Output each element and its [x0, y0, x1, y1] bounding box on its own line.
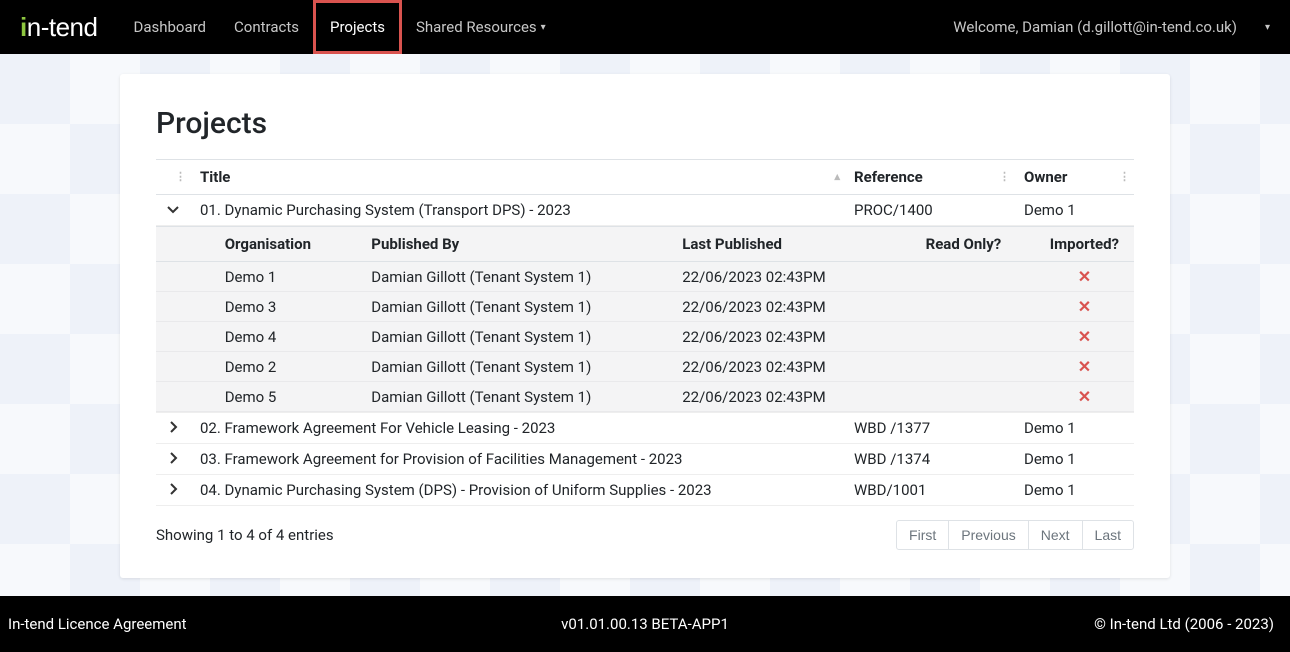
dcell-org: Demo 5: [215, 382, 362, 412]
cell-title: 04. Dynamic Purchasing System (DPS) - Pr…: [190, 475, 844, 506]
x-icon: ✕: [1078, 357, 1091, 376]
x-icon: ✕: [1078, 267, 1091, 286]
dcell-last: 22/06/2023 02:43PM: [672, 352, 892, 382]
dcell-ro: [892, 382, 1035, 412]
detail-table-row[interactable]: Demo 5Damian Gillott (Tenant System 1)22…: [156, 382, 1134, 412]
dcell-last: 22/06/2023 02:43PM: [672, 322, 892, 352]
col-reference[interactable]: Reference⋮: [844, 160, 1014, 195]
pager-previous[interactable]: Previous: [948, 520, 1028, 550]
dcell-org: Demo 3: [215, 292, 362, 322]
dcell-org: Demo 1: [215, 262, 362, 292]
detail-table-row[interactable]: Demo 3Damian Gillott (Tenant System 1)22…: [156, 292, 1134, 322]
dcol-imp: Imported?: [1035, 227, 1134, 262]
detail-row: OrganisationPublished ByLast PublishedRe…: [156, 226, 1134, 413]
dcell-imp: ✕: [1035, 262, 1134, 292]
dcell-last: 22/06/2023 02:43PM: [672, 382, 892, 412]
detail-table-row[interactable]: Demo 2Damian Gillott (Tenant System 1)22…: [156, 352, 1134, 382]
pager-last[interactable]: Last: [1082, 520, 1134, 550]
nav-right: Welcome, Damian (d.gillott@in-tend.co.uk…: [953, 17, 1270, 37]
dcol-org: Organisation: [215, 227, 362, 262]
table-footer: Showing 1 to 4 of 4 entries FirstPreviou…: [156, 520, 1134, 550]
dcell-pub: Damian Gillott (Tenant System 1): [361, 352, 672, 382]
copyright-text: © In-tend Ltd (2006 - 2023): [1094, 615, 1274, 633]
page-footer: In-tend Licence Agreement v01.01.00.13 B…: [0, 596, 1290, 652]
dcell-last: 22/06/2023 02:43PM: [672, 292, 892, 322]
pager-next[interactable]: Next: [1028, 520, 1083, 550]
dcell-imp: ✕: [1035, 352, 1134, 382]
entries-text: Showing 1 to 4 of 4 entries: [156, 526, 334, 544]
dcell-pub: Damian Gillott (Tenant System 1): [361, 382, 672, 412]
dcell-imp: ✕: [1035, 382, 1134, 412]
dcell-ro: [892, 262, 1035, 292]
dcol-pub: Published By: [361, 227, 672, 262]
col-expand: ⋮: [156, 160, 190, 195]
cell-title: 03. Framework Agreement for Provision of…: [190, 444, 844, 475]
welcome-text: Welcome, Damian (d.gillott@in-tend.co.uk…: [953, 18, 1237, 36]
dcell-pub: Damian Gillott (Tenant System 1): [361, 262, 672, 292]
licence-link[interactable]: In-tend Licence Agreement: [8, 615, 187, 633]
dcell-org: Demo 4: [215, 322, 362, 352]
navbar: in-tend Dashboard Contracts Projects Sha…: [0, 0, 1290, 54]
nav-items: Dashboard Contracts Projects Shared Reso…: [119, 0, 559, 54]
dcell-pub: Damian Gillott (Tenant System 1): [361, 322, 672, 352]
cell-owner: Demo 1: [1014, 195, 1134, 226]
chevron-right-icon[interactable]: [156, 444, 190, 475]
col-owner[interactable]: Owner⋮: [1014, 160, 1134, 195]
col-title[interactable]: Title▴: [190, 160, 844, 195]
dcell-last: 22/06/2023 02:43PM: [672, 262, 892, 292]
cell-owner: Demo 1: [1014, 413, 1134, 444]
dcell-ro: [892, 352, 1035, 382]
table-row[interactable]: 04. Dynamic Purchasing System (DPS) - Pr…: [156, 475, 1134, 506]
dcell-imp: ✕: [1035, 322, 1134, 352]
cell-reference: WBD /1377: [844, 413, 1014, 444]
chevron-right-icon[interactable]: [156, 475, 190, 506]
caret-down-icon: ▾: [1265, 22, 1270, 33]
table-row[interactable]: 03. Framework Agreement for Provision of…: [156, 444, 1134, 475]
caret-down-icon: ▾: [541, 22, 546, 33]
cell-owner: Demo 1: [1014, 475, 1134, 506]
chevron-right-icon[interactable]: [156, 413, 190, 444]
dcell-imp: ✕: [1035, 292, 1134, 322]
table-header-row: ⋮ Title▴ Reference⋮ Owner⋮: [156, 160, 1134, 195]
cell-reference: WBD/1001: [844, 475, 1014, 506]
x-icon: ✕: [1078, 387, 1091, 406]
content-card: Projects ⋮ Title▴ Reference⋮ Owner⋮ 01. …: [120, 74, 1170, 578]
nav-contracts[interactable]: Contracts: [220, 0, 313, 54]
user-icon: [1247, 17, 1263, 37]
dcell-ro: [892, 322, 1035, 352]
x-icon: ✕: [1078, 327, 1091, 346]
detail-table: OrganisationPublished ByLast PublishedRe…: [156, 226, 1134, 412]
dcell-pub: Damian Gillott (Tenant System 1): [361, 292, 672, 322]
nav-dashboard[interactable]: Dashboard: [119, 0, 220, 54]
table-row[interactable]: 02. Framework Agreement For Vehicle Leas…: [156, 413, 1134, 444]
chevron-down-icon[interactable]: [156, 195, 190, 226]
detail-table-row[interactable]: Demo 1Damian Gillott (Tenant System 1)22…: [156, 262, 1134, 292]
version-text: v01.01.00.13 BETA-APP1: [561, 615, 729, 633]
detail-table-row[interactable]: Demo 4Damian Gillott (Tenant System 1)22…: [156, 322, 1134, 352]
dcell-ro: [892, 292, 1035, 322]
page-background: Projects ⋮ Title▴ Reference⋮ Owner⋮ 01. …: [0, 54, 1290, 596]
nav-shared-resources[interactable]: Shared Resources ▾: [402, 0, 560, 54]
projects-table: ⋮ Title▴ Reference⋮ Owner⋮ 01. Dynamic P…: [156, 159, 1134, 506]
user-menu[interactable]: ▾: [1247, 17, 1270, 37]
logo[interactable]: in-tend: [20, 12, 97, 43]
cell-title: 02. Framework Agreement For Vehicle Leas…: [190, 413, 844, 444]
cell-reference: WBD /1374: [844, 444, 1014, 475]
nav-shared-resources-label: Shared Resources: [416, 18, 537, 36]
x-icon: ✕: [1078, 297, 1091, 316]
cell-reference: PROC/1400: [844, 195, 1014, 226]
cell-owner: Demo 1: [1014, 444, 1134, 475]
dcell-org: Demo 2: [215, 352, 362, 382]
cell-title: 01. Dynamic Purchasing System (Transport…: [190, 195, 844, 226]
dcol-ro: Read Only?: [892, 227, 1035, 262]
nav-projects[interactable]: Projects: [313, 0, 402, 54]
table-row[interactable]: 01. Dynamic Purchasing System (Transport…: [156, 195, 1134, 226]
pager-first[interactable]: First: [896, 520, 949, 550]
pager: FirstPreviousNextLast: [897, 520, 1134, 550]
dcol-last: Last Published: [672, 227, 892, 262]
page-title: Projects: [156, 106, 1134, 141]
